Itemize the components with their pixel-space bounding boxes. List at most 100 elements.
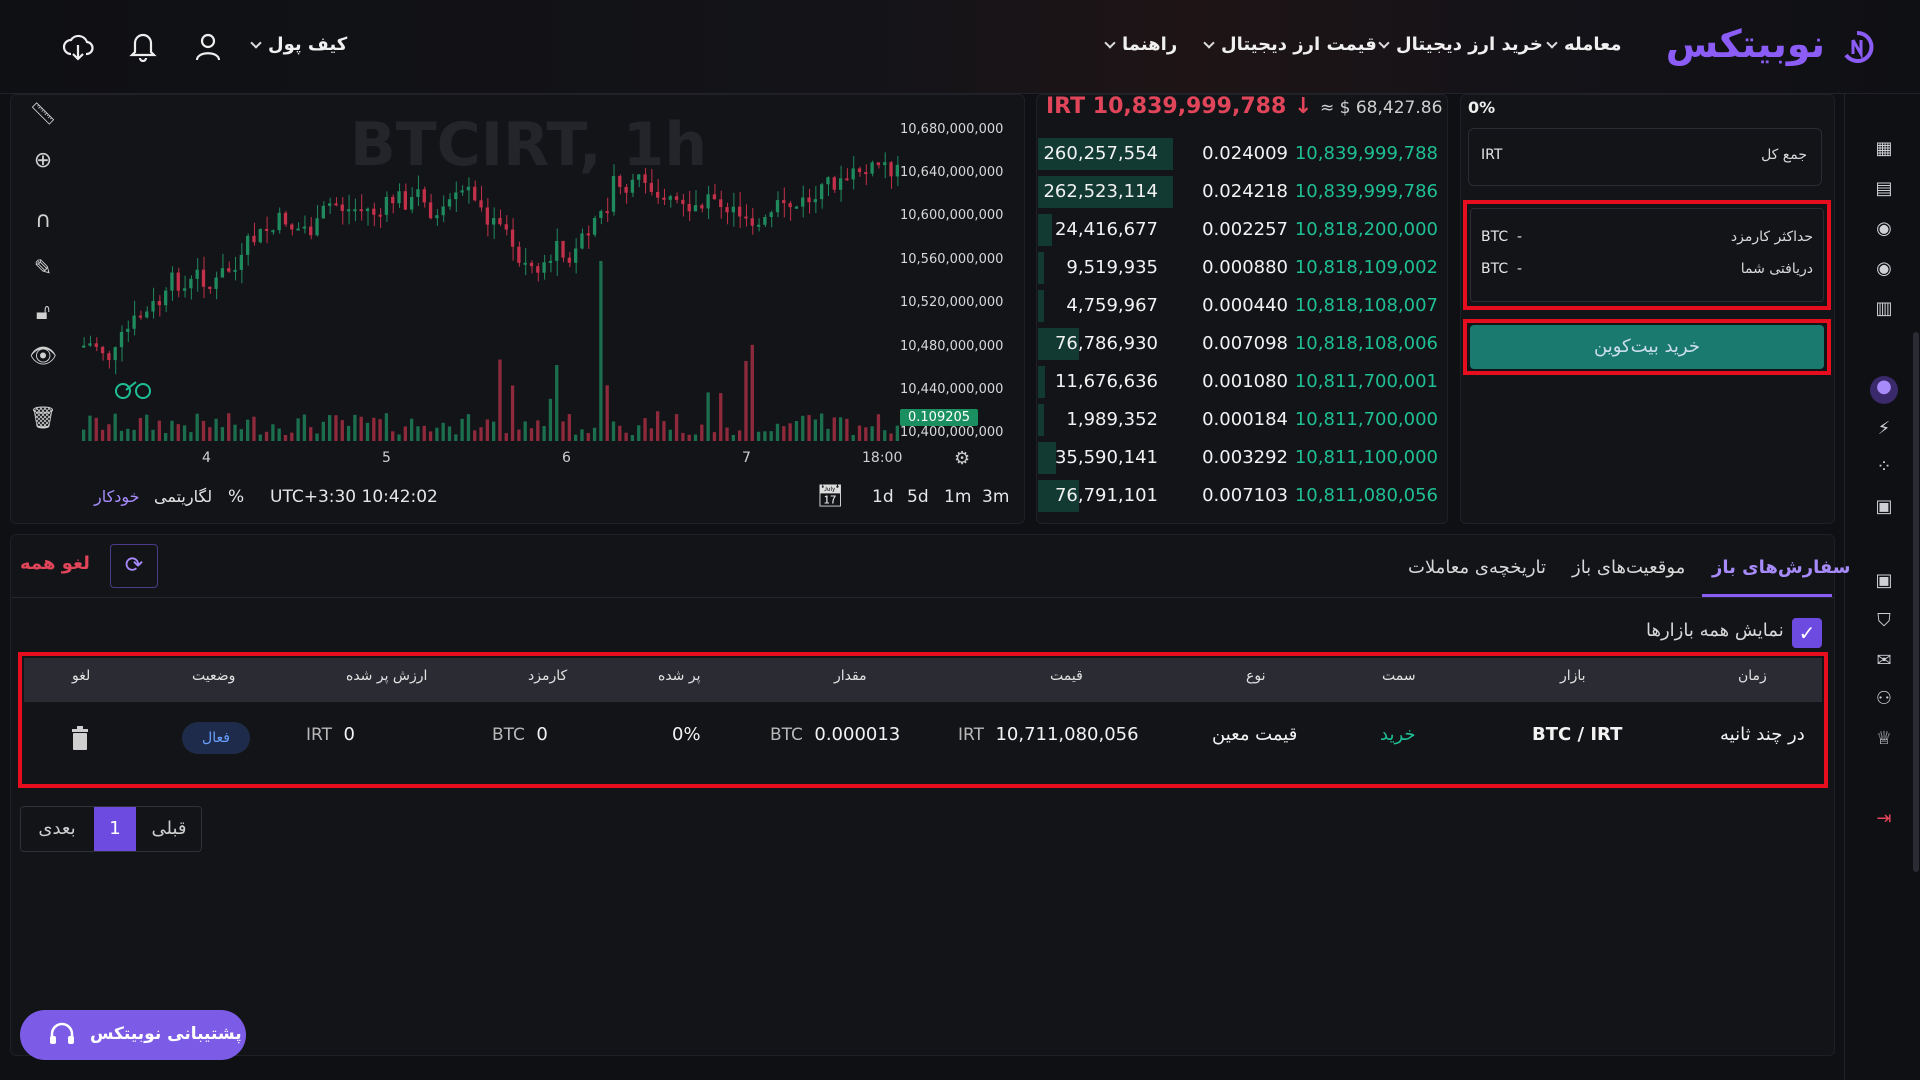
volume-bar [296, 418, 300, 441]
show-all-markets-checkbox[interactable]: ✓ [1792, 618, 1822, 648]
order-price: IRT 10,711,080,056 [958, 724, 1139, 745]
cancel-all-button[interactable]: لغو همه [20, 553, 90, 574]
orderbook-row[interactable]: 76,786,930 0.007098 10,818,108,006 [1038, 328, 1438, 360]
trade-icon[interactable]: ● [1870, 376, 1898, 404]
orderbook-row[interactable]: 9,519,935 0.000880 10,818,109,002 [1038, 252, 1438, 284]
auto-toggle[interactable]: خودکار [94, 487, 140, 506]
trash-icon[interactable]: 🗑︎ [28, 404, 58, 434]
tab-trade-history[interactable]: تاریخچه‌ی معاملات [1408, 557, 1546, 578]
orderbook-row[interactable]: 24,416,677 0.002257 10,818,200,000 [1038, 214, 1438, 246]
percent-toggle[interactable]: % [228, 487, 244, 507]
next-page-button[interactable]: بعدی [21, 807, 93, 851]
orderbook-row[interactable]: 1,989,352 0.000184 10,811,700,000 [1038, 404, 1438, 436]
candle-body [447, 199, 452, 207]
nav-guide[interactable]: راهنما [1104, 34, 1177, 55]
orderbook-row[interactable]: 76,791,101 0.007103 10,811,080,056 [1038, 480, 1438, 512]
volume-bar [744, 360, 748, 441]
deposit-icon[interactable]: ◉ [1873, 218, 1895, 240]
tradingview-logo-icon[interactable] [114, 378, 152, 400]
candle-body [391, 196, 395, 204]
chart-timezone[interactable]: UTC+3:30 10:42:02 [270, 487, 438, 507]
report-icon[interactable]: ▥ [1873, 298, 1895, 320]
candle-body [630, 179, 635, 193]
orderbook-row[interactable]: 262,523,114 0.024218 10,839,999,786 [1038, 176, 1438, 208]
nav-buy-crypto[interactable]: خرید ارز دیجیتال [1378, 34, 1543, 55]
orderbook-total: 35,590,141 [1054, 447, 1158, 468]
nav-wallet[interactable]: کیف پول [250, 34, 347, 55]
total-input[interactable]: جمع کل IRT [1468, 128, 1822, 186]
th-type: نوع [1246, 668, 1266, 684]
timeframe-1m[interactable]: 1m [944, 487, 971, 507]
logo-icon[interactable] [1840, 30, 1874, 64]
magnet-icon[interactable]: ∩ [28, 206, 58, 236]
candle-body [813, 199, 817, 203]
candlestick-chart[interactable] [80, 96, 900, 441]
wallet-icon[interactable]: ▤ [1873, 178, 1895, 200]
mail-icon[interactable]: ✉ [1873, 650, 1895, 672]
th-side: سمت [1382, 668, 1416, 684]
candle-body [410, 196, 414, 210]
orderbook-row[interactable]: 4,759,967 0.000440 10,818,108,007 [1038, 290, 1438, 322]
dashboard-icon[interactable]: ▦ [1873, 138, 1895, 160]
orderbook-row[interactable]: 35,590,141 0.003292 10,811,100,000 [1038, 442, 1438, 474]
withdraw-icon[interactable]: ◉ [1873, 258, 1895, 280]
volume-bar [321, 421, 325, 441]
volume-bar [523, 421, 527, 441]
orderbook-row[interactable]: 11,676,636 0.001080 10,811,700,001 [1038, 366, 1438, 398]
profile-icon[interactable]: ▣ [1873, 570, 1895, 592]
buy-bitcoin-button[interactable]: خرید بیت‌کوین [1470, 325, 1824, 369]
shield-icon[interactable]: ⛉ [1873, 610, 1895, 632]
candle-body [138, 315, 143, 318]
logout-icon[interactable]: ⇥ [1873, 808, 1895, 830]
settings-icon[interactable]: ⚙ [954, 448, 970, 469]
orderbook-amount: 0.001080 [1202, 371, 1288, 392]
timeframe-1d[interactable]: 1d [872, 487, 894, 507]
zoom-in-icon[interactable]: ⊕ [28, 146, 58, 176]
orderbook-row[interactable]: 260,257,554 0.024009 10,839,999,788 [1038, 138, 1438, 170]
orderbook-amount: 0.000440 [1202, 295, 1288, 316]
trophy-icon[interactable]: ♕ [1873, 728, 1895, 750]
candle-body [668, 196, 672, 200]
scrollbar[interactable] [1913, 332, 1919, 872]
date-range-icon[interactable]: 📅︎ [816, 484, 844, 509]
logo-text[interactable]: نوبیتکس [1666, 22, 1825, 66]
volume-bar [529, 428, 534, 441]
ruler-icon[interactable]: 📏︎ [28, 100, 58, 130]
th-filled-value: ارزش پر شده [346, 668, 428, 684]
volume-bar [769, 431, 773, 441]
headset-icon [50, 1022, 74, 1044]
lock-icon[interactable]: 🔓︎ [28, 298, 58, 328]
cancel-order-trash-icon[interactable] [70, 726, 90, 750]
candle-body [851, 168, 855, 180]
referral-icon[interactable]: ⚇ [1873, 688, 1895, 710]
volume-bar [258, 434, 262, 441]
pencil-lock-icon[interactable]: ✎ [28, 254, 58, 284]
orderbook-amount: 0.000184 [1202, 409, 1288, 430]
flash-icon[interactable]: ⚡ [1873, 418, 1895, 440]
tab-open-positions[interactable]: موقعیت‌های باز [1572, 557, 1685, 578]
calendar-icon[interactable]: ▣ [1873, 496, 1895, 518]
bell-icon[interactable] [128, 30, 158, 62]
log-toggle[interactable]: لگاریتمی [154, 487, 212, 506]
candle-body [359, 209, 363, 212]
tab-open-orders[interactable]: سفارش‌های باز [1712, 557, 1851, 578]
page-1-button[interactable]: 1 [94, 807, 136, 851]
candle-body [485, 207, 489, 225]
candle-body [473, 186, 477, 201]
eye-icon[interactable]: 👁︎ [28, 342, 58, 372]
order-amount: BTC 0.000013 [770, 724, 901, 745]
volume-bar [309, 427, 313, 441]
timeframe-3m[interactable]: 3m [982, 487, 1009, 507]
support-button[interactable]: پشتیبانی نوبیتکس [20, 1010, 246, 1060]
prev-page-button[interactable]: قبلی [137, 807, 201, 851]
volume-bar [788, 423, 792, 441]
timeframe-5d[interactable]: 5d [907, 487, 929, 507]
network-icon[interactable]: ⁘ [1873, 456, 1895, 478]
nav-crypto-prices[interactable]: قیمت ارز دیجیتال [1203, 34, 1377, 55]
volume-bar [372, 417, 376, 441]
volume-bar [334, 415, 338, 441]
user-icon[interactable] [194, 32, 222, 62]
download-cloud-icon[interactable] [62, 32, 94, 62]
nav-trade[interactable]: معامله [1546, 34, 1621, 55]
refresh-icon[interactable]: ⟳ [110, 544, 158, 588]
